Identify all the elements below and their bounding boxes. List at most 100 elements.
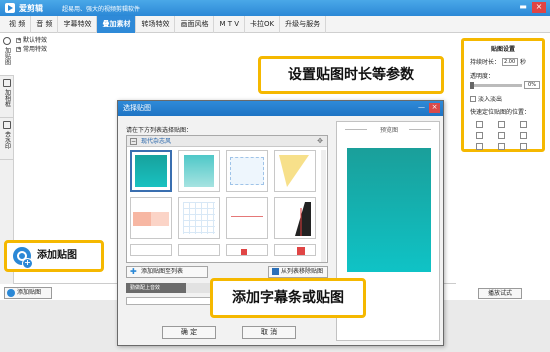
- menu-video[interactable]: 视 频: [4, 15, 32, 33]
- sticker-thumbnail[interactable]: [178, 150, 220, 192]
- dialog-minimize-button[interactable]: —: [416, 103, 427, 113]
- position-checkbox[interactable]: [520, 143, 527, 150]
- dialog-hint: 请在下方列表选择贴图：: [126, 127, 193, 134]
- frame-icon: [3, 79, 11, 87]
- slider-handle[interactable]: [470, 81, 474, 89]
- position-checkbox[interactable]: [476, 132, 483, 139]
- dialog-controls: — ×: [416, 103, 440, 113]
- menu-audio[interactable]: 音 频: [31, 15, 59, 33]
- tab-label: 加贴图: [3, 47, 11, 65]
- menu-subtitle-effects[interactable]: 字幕特效: [58, 15, 98, 33]
- position-checkbox[interactable]: [520, 132, 527, 139]
- duration-row: 持续时长： 2.00 秒: [470, 57, 526, 66]
- opacity-value[interactable]: 0%: [524, 81, 540, 89]
- tree-item-label: 默认特效: [23, 37, 48, 44]
- add-sticker-label: 添加贴图: [17, 289, 42, 296]
- add-sticker-icon: [13, 247, 33, 269]
- dialog-title: 选择贴图: [123, 104, 151, 112]
- position-checkbox[interactable]: [476, 121, 483, 128]
- minimize-button[interactable]: ▬: [516, 2, 530, 13]
- add-to-list-label: 添加贴图至列表: [141, 268, 184, 275]
- sticker-thumbnail[interactable]: [226, 244, 268, 256]
- tree-item[interactable]: + 默认特效: [16, 36, 47, 45]
- sticker-thumbnail[interactable]: [274, 197, 316, 239]
- position-checkbox[interactable]: [520, 121, 527, 128]
- position-checkbox[interactable]: [498, 121, 505, 128]
- sticker-thumbnail[interactable]: [130, 150, 172, 192]
- category-header[interactable]: − 现代杂志风 ✥: [127, 136, 327, 147]
- opacity-row: 0%: [470, 81, 540, 89]
- tab-add-frame[interactable]: 加相框: [0, 76, 14, 118]
- triangle-sticker-icon: [279, 155, 309, 187]
- menu-mtv[interactable]: M T V: [214, 15, 246, 33]
- ok-button[interactable]: 确 定: [162, 326, 216, 339]
- position-checkbox[interactable]: [498, 132, 505, 139]
- main-menu: 视 频 音 频 字幕特效 叠加素材 转场特效 画面风格 M T V 卡拉OK 升…: [0, 15, 550, 33]
- sticker-thumbnail[interactable]: [226, 150, 268, 192]
- position-label: 快速定位贴图的位置：: [470, 109, 531, 116]
- preview-button[interactable]: 播放试式: [478, 288, 522, 299]
- sticker-icon: [3, 37, 11, 45]
- sticker-thumbnail[interactable]: [178, 244, 220, 256]
- expand-icon[interactable]: +: [16, 47, 21, 52]
- tab-remove-watermark[interactable]: 去水印: [0, 118, 14, 160]
- add-sticker-button[interactable]: 添加贴图: [4, 287, 52, 299]
- position-checkbox[interactable]: [498, 143, 505, 150]
- library-scrollbar[interactable]: [321, 150, 326, 262]
- collapse-icon[interactable]: −: [130, 138, 137, 145]
- close-button[interactable]: ×: [532, 2, 546, 13]
- callout-add-sticker-label: 添加贴图: [37, 250, 77, 261]
- dialog-close-button[interactable]: ×: [429, 103, 440, 113]
- cancel-button[interactable]: 取 消: [242, 326, 296, 339]
- menu-upgrade-service[interactable]: 升级与服务: [280, 15, 327, 33]
- sticker-thumbnail[interactable]: [178, 197, 220, 239]
- fade-checkbox[interactable]: [470, 95, 476, 102]
- sticker-settings-panel: 贴图设置 持续时长： 2.00 秒 透明度： 0% 淡入淡出 快速定位贴图的位置…: [461, 38, 545, 152]
- position-checkbox[interactable]: [476, 143, 483, 150]
- sticker-thumbnail[interactable]: [130, 244, 172, 256]
- menu-overlay-material[interactable]: 叠加素材: [97, 15, 137, 33]
- category-name: 现代杂志风: [141, 138, 172, 145]
- menu-karaoke[interactable]: 卡拉OK: [245, 15, 281, 33]
- plus-icon: ✚: [130, 267, 137, 276]
- app-slogan: 超易用、强大的视频剪辑软件: [62, 6, 141, 13]
- sticker-thumbnail[interactable]: [274, 244, 316, 256]
- sticker-thumbnail[interactable]: [130, 197, 172, 239]
- tree-item[interactable]: + 常用特效: [16, 45, 47, 54]
- menu-picture-style[interactable]: 画面风格: [175, 15, 215, 33]
- opacity-slider[interactable]: [470, 81, 522, 89]
- tip-flag: 勤做配上音效: [126, 283, 186, 293]
- divider: [409, 129, 431, 130]
- watermark-icon: [3, 121, 11, 129]
- window-controls: ▬ ×: [516, 2, 546, 13]
- position-row: 快速定位贴图的位置：: [470, 107, 530, 116]
- expand-icon[interactable]: +: [16, 38, 21, 43]
- remove-from-list-label: 从列表移除贴图: [281, 268, 324, 275]
- app-name: 爱剪辑: [19, 4, 43, 13]
- tab-add-sticker[interactable]: 加贴图: [0, 34, 14, 76]
- effect-tree: + 默认特效 + 常用特效: [16, 36, 47, 54]
- app-window: 爱剪辑 超易用、强大的视频剪辑软件 ▬ × 视 频 音 频 字幕特效 叠加素材 …: [0, 0, 550, 352]
- sticker-thumbnail[interactable]: [274, 150, 316, 192]
- stripe-sticker-icon: [295, 202, 311, 236]
- add-to-list-button[interactable]: ✚ 添加贴图至列表: [126, 266, 208, 278]
- preview-image: [347, 148, 431, 272]
- position-grid: [476, 121, 528, 150]
- sticker-thumbnail[interactable]: [226, 197, 268, 239]
- settings-title: 贴图设置: [490, 46, 515, 53]
- tree-item-label: 常用特效: [23, 46, 48, 53]
- trash-icon: [272, 268, 279, 275]
- fade-row: 淡入淡出: [470, 94, 502, 103]
- app-logo-icon: [5, 3, 15, 13]
- remove-from-list-button[interactable]: 从列表移除贴图: [268, 266, 328, 278]
- menu-transition-effects[interactable]: 转场特效: [136, 15, 176, 33]
- add-sticker-icon: [7, 289, 15, 297]
- fade-label: 淡入淡出: [478, 96, 503, 103]
- callout-set-duration: 设置贴图时长等参数: [258, 56, 444, 94]
- move-icon: ✥: [317, 137, 323, 145]
- sticker-library: − 现代杂志风 ✥: [126, 135, 328, 263]
- duration-stepper[interactable]: 2.00: [502, 57, 519, 66]
- opacity-label: 透明度：: [470, 73, 495, 80]
- callout-add-sticker: 添加贴图: [4, 240, 104, 272]
- duration-label: 持续时长：: [470, 59, 501, 66]
